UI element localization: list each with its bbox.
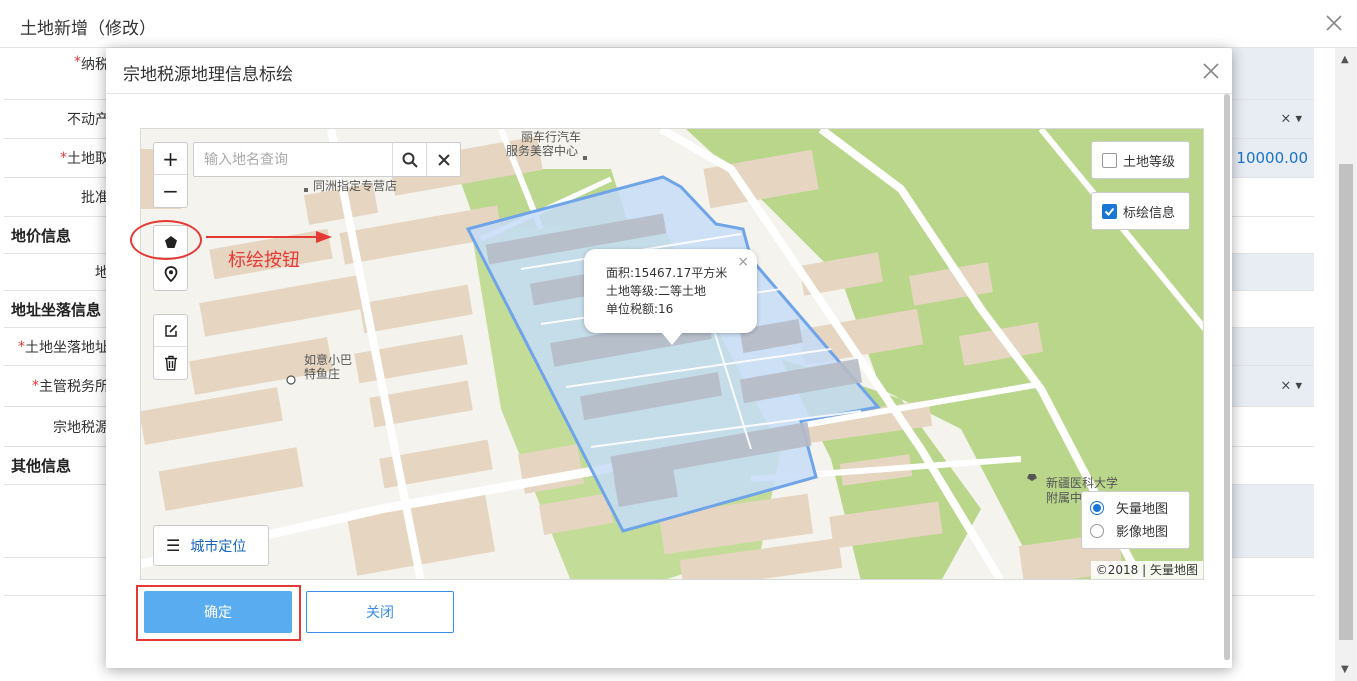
- clear-icon[interactable]: [437, 153, 451, 167]
- trash-icon[interactable]: [164, 355, 178, 371]
- search-icon[interactable]: [402, 152, 418, 168]
- field-label: * 纳税: [74, 54, 109, 73]
- search-button[interactable]: [392, 143, 426, 176]
- field-label: * 土地取: [60, 150, 109, 167]
- confirm-button[interactable]: 确定: [144, 591, 292, 633]
- edit-icon[interactable]: [164, 324, 178, 338]
- amount-value: 10000.00: [1236, 149, 1308, 167]
- map-type-vector[interactable]: 矢量地图: [1090, 496, 1189, 519]
- radio-icon[interactable]: [1090, 523, 1104, 538]
- zoom-in-button[interactable]: +: [154, 143, 187, 175]
- menu-icon: ☰: [166, 536, 181, 555]
- section-title: 地址坐落信息: [11, 300, 102, 319]
- select-controls[interactable]: × ▾: [1280, 379, 1302, 394]
- poi-label: 特鱼庄: [304, 367, 341, 381]
- close-button[interactable]: 关闭: [306, 591, 454, 633]
- zoom-out-button[interactable]: −: [154, 175, 187, 207]
- draw-point-button[interactable]: [154, 258, 187, 290]
- select-controls[interactable]: × ▾: [1280, 112, 1302, 127]
- map-copyright: ©2018 | 矢量地图: [1090, 561, 1203, 579]
- close-icon[interactable]: ×: [737, 253, 749, 271]
- outer-dialog-title: 土地新增（修改）: [20, 19, 156, 39]
- zoom-controls: + −: [153, 142, 188, 208]
- parcel-tax: 单位税额:16: [606, 302, 674, 316]
- field-label: 不动产: [67, 112, 109, 128]
- place-search: [193, 142, 461, 177]
- modal-title: 宗地税源地理信息标绘: [123, 65, 293, 85]
- poi-label: 同洲指定专营店: [313, 179, 398, 193]
- checkbox-icon[interactable]: [1102, 152, 1117, 168]
- scroll-up-icon[interactable]: ▲: [1341, 54, 1349, 65]
- parcel-grade: 土地等级:二等土地: [606, 284, 707, 298]
- parcel-area: 面积:15467.17平方米: [606, 266, 728, 280]
- annotation-circle: [130, 220, 202, 260]
- field-label: * 主管税务所: [32, 378, 109, 395]
- edit-tools: [153, 314, 188, 380]
- checkbox-checked-icon[interactable]: [1102, 203, 1117, 219]
- poi-label: 服务美容中心: [506, 144, 579, 158]
- modal-header: 宗地税源地理信息标绘: [106, 48, 1232, 94]
- edit-button[interactable]: [154, 315, 187, 347]
- section-title: 其他信息: [11, 457, 72, 475]
- annotation-label: 标绘按钮: [228, 250, 300, 271]
- poi-label: 新疆医科大学: [1046, 476, 1119, 490]
- layer-toggle-land-grade[interactable]: 土地等级: [1091, 141, 1190, 179]
- delete-button[interactable]: [154, 347, 187, 379]
- poi-label: 附属中: [1046, 491, 1083, 505]
- field-label: * 土地坐落地址: [18, 338, 109, 356]
- plot-modal: 宗地税源地理信息标绘 丽车行汽车 服务美容中心 同洲指定专营店 如意小巴 特鱼庄…: [106, 48, 1232, 668]
- parcel-info-popup: × 面积:15467.17平方米 土地等级:二等土地 单位税额:16: [584, 249, 757, 345]
- scrollbar-thumb[interactable]: [1224, 94, 1230, 660]
- map-type-imagery[interactable]: 影像地图: [1090, 519, 1189, 542]
- field-label: 宗地税源: [53, 419, 109, 436]
- map-base-layer: [141, 129, 1203, 579]
- layer-toggle-plot-info[interactable]: 标绘信息: [1091, 192, 1190, 230]
- poi-label: 如意小巴: [304, 353, 353, 367]
- map-type-switcher: 矢量地图 影像地图: [1081, 491, 1190, 549]
- close-icon[interactable]: [1323, 12, 1345, 34]
- outer-dialog-header: 土地新增（修改）: [0, 0, 1357, 48]
- radio-selected-icon[interactable]: [1090, 500, 1104, 515]
- outer-scrollbar[interactable]: ▲ ▼: [1335, 48, 1357, 681]
- annotation-arrow-icon: [206, 231, 332, 243]
- scroll-down-icon[interactable]: ▼: [1341, 664, 1349, 675]
- poi-label: 丽车行汽车: [521, 130, 582, 144]
- field-label: 批准: [81, 190, 109, 206]
- map-view[interactable]: 丽车行汽车 服务美容中心 同洲指定专营店 如意小巴 特鱼庄 新疆医科大学 附属中…: [140, 128, 1204, 580]
- modal-scrollbar[interactable]: [1224, 94, 1230, 660]
- clear-search-button[interactable]: [426, 143, 460, 176]
- scrollbar-thumb[interactable]: [1339, 164, 1353, 640]
- section-title: 地价信息: [11, 226, 72, 245]
- city-locate-button[interactable]: ☰ 城市定位: [153, 525, 269, 566]
- search-input[interactable]: [194, 143, 392, 176]
- close-icon[interactable]: [1200, 60, 1222, 82]
- location-pin-icon[interactable]: [164, 266, 178, 282]
